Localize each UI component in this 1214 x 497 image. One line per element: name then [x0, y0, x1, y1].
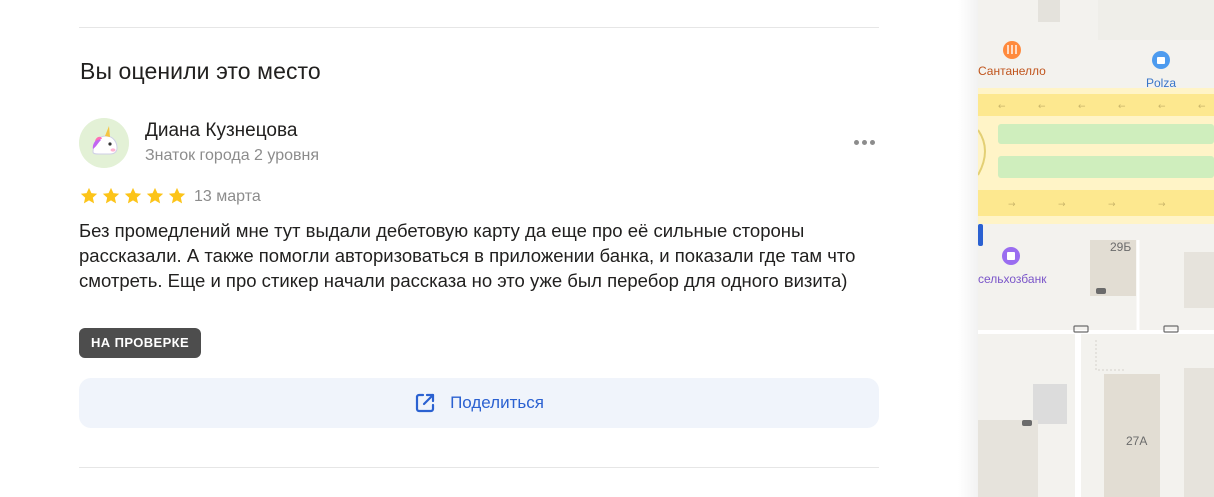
share-button[interactable]: Поделиться	[79, 378, 879, 428]
rating-stars	[79, 186, 187, 206]
review-date: 13 марта	[194, 188, 261, 205]
svg-text:←: ←	[998, 102, 1006, 112]
top-divider	[79, 27, 879, 28]
map-label-restaurant[interactable]: Сантанелло	[978, 64, 1046, 78]
more-options-button[interactable]	[848, 132, 880, 152]
star-icon	[102, 187, 120, 204]
more-dots-icon	[853, 139, 859, 145]
map-label-bank[interactable]: сельхозбанк	[978, 272, 1046, 286]
svg-text:→: →	[1058, 200, 1066, 210]
map-view[interactable]: ← ← ← ← ← ← → → → → Сантанелло Polza сел…	[978, 0, 1214, 497]
unicorn-icon	[79, 118, 129, 168]
svg-text:→: →	[1108, 200, 1116, 210]
map-label-store[interactable]: Polza	[1146, 76, 1176, 90]
status-badge: НА ПРОВЕРКЕ	[79, 328, 202, 358]
avatar[interactable]	[79, 118, 129, 168]
section-title: Вы оценили это место	[80, 58, 321, 84]
svg-text:←: ←	[1078, 102, 1086, 112]
author-level: Знаток города 2 уровня	[145, 147, 320, 164]
panel-shadow	[958, 0, 978, 497]
svg-text:←: ←	[1158, 102, 1166, 112]
review-text: Без промедлений мне тут выдали дебетовую…	[79, 220, 856, 291]
star-icon	[146, 187, 164, 204]
external-link-icon	[415, 393, 435, 413]
review-panel: Вы оценили это место Диана Кузнецова Зна…	[0, 0, 958, 497]
svg-text:←: ←	[1038, 102, 1046, 112]
author-name[interactable]: Диана Кузнецова	[145, 120, 297, 142]
svg-text:←: ←	[1118, 102, 1126, 112]
star-icon	[124, 187, 142, 204]
share-label: Поделиться	[450, 393, 544, 412]
star-icon	[168, 187, 186, 204]
star-icon	[80, 187, 98, 204]
svg-text:←: ←	[1198, 102, 1206, 112]
bottom-divider	[79, 467, 879, 468]
map-label-building-29b: 29Б	[1110, 240, 1132, 254]
map-label-building-27a: 27А	[1126, 434, 1148, 448]
svg-text:→: →	[1008, 200, 1016, 210]
svg-text:→: →	[1158, 200, 1166, 210]
